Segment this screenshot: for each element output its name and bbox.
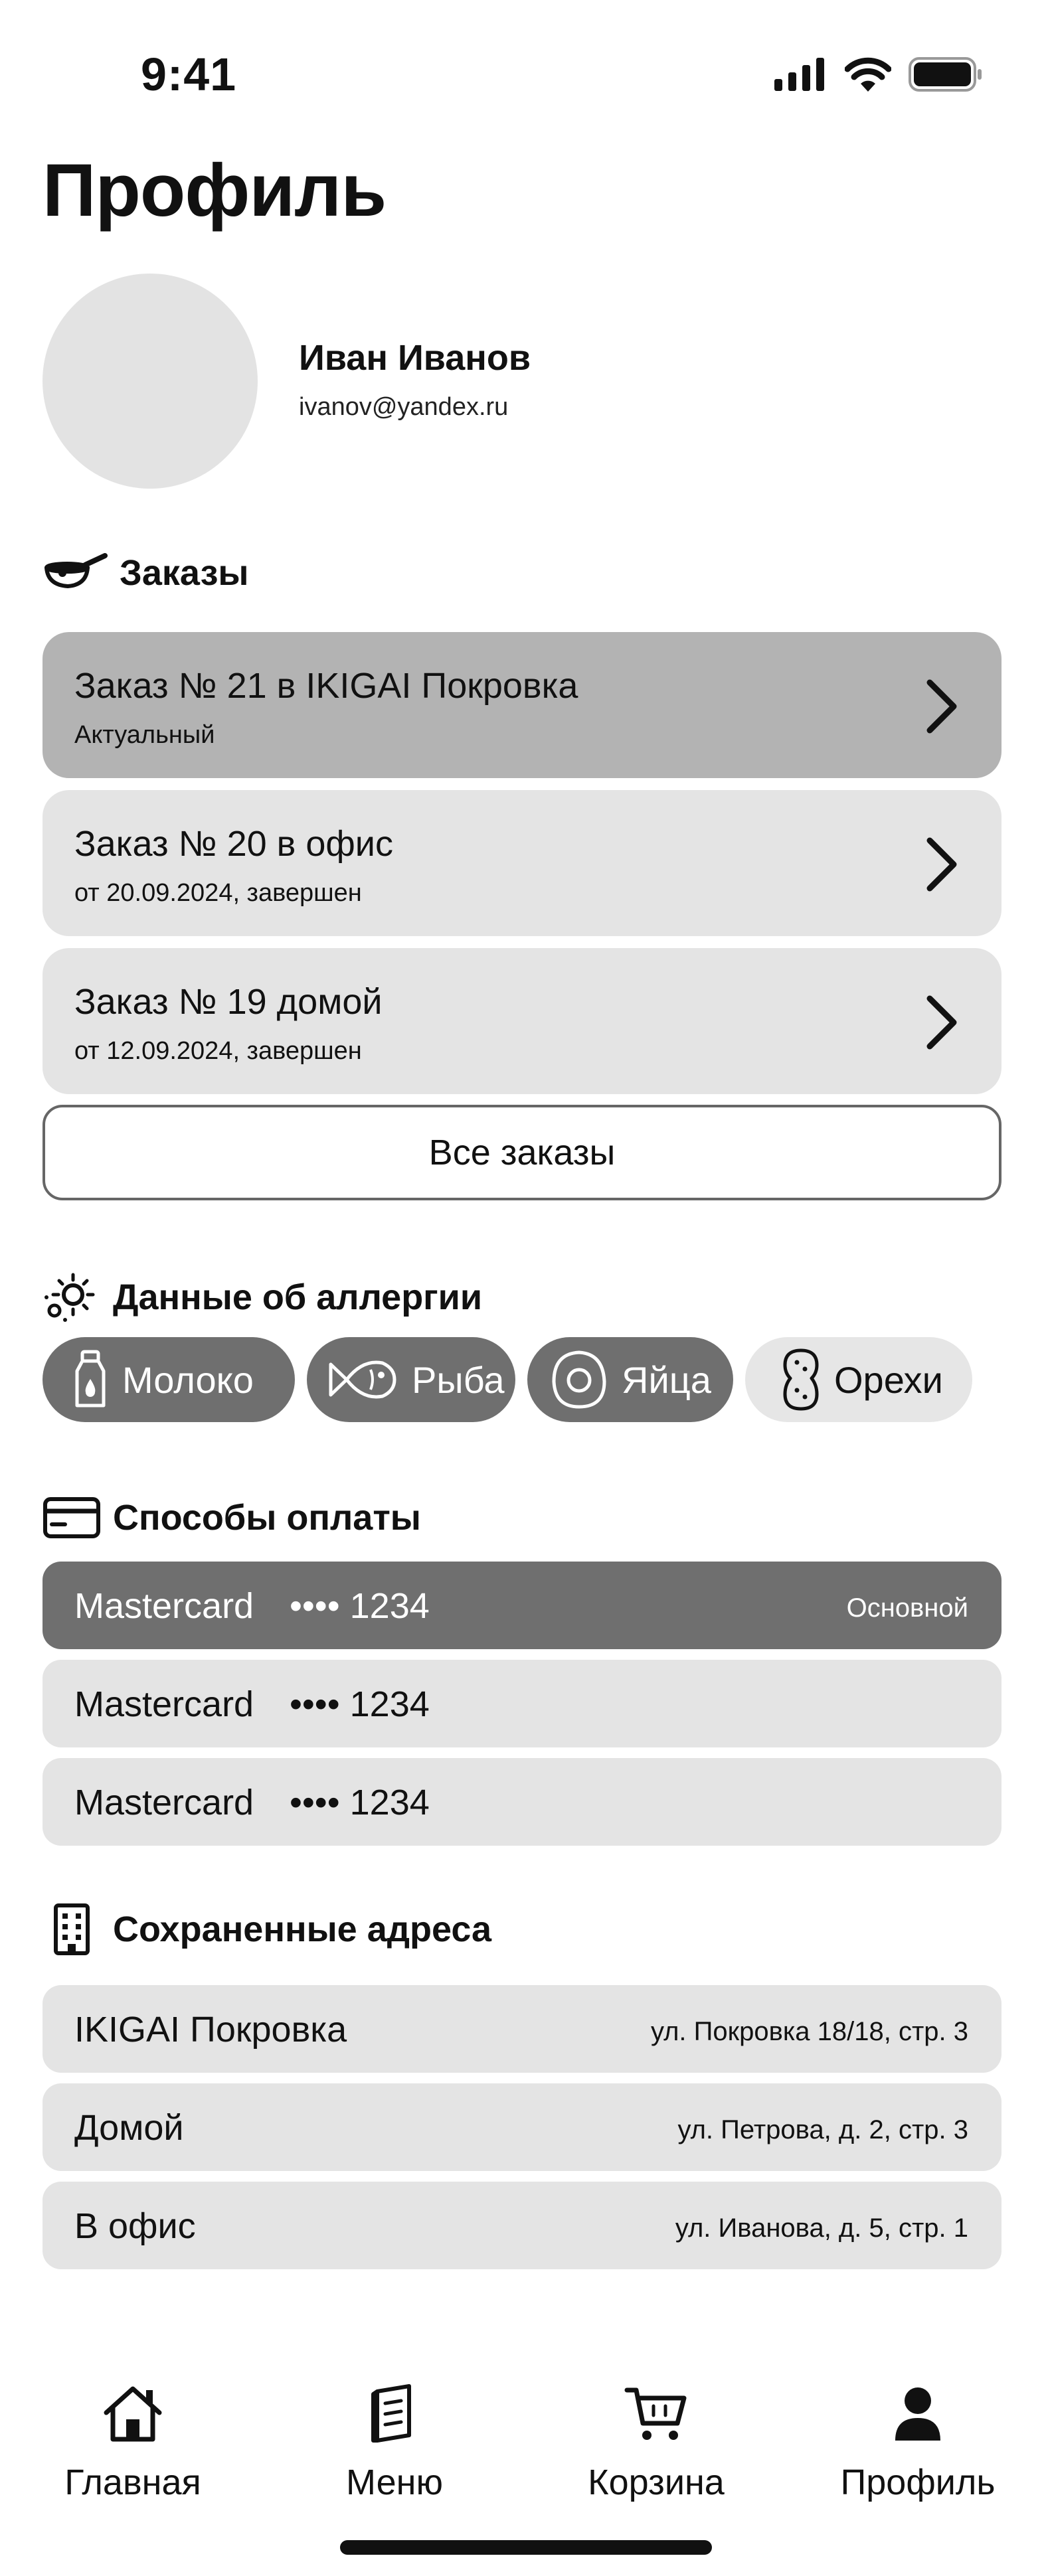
- tab-menu[interactable]: Меню: [295, 2383, 494, 2503]
- avatar[interactable]: [43, 274, 258, 489]
- payment-method-1[interactable]: Mastercard •••• 1234 Основной: [43, 1562, 1001, 1649]
- payment-card-number: •••• 1234: [290, 1586, 430, 1626]
- allergy-chip-label: Молоко: [122, 1358, 254, 1401]
- addresses-section-title: Сохраненные адреса: [113, 1909, 492, 1949]
- order-card-21[interactable]: Заказ № 21 в IKIGAI Покровка Актуальный: [43, 632, 1001, 778]
- profile-icon: [895, 2387, 940, 2441]
- address-name: IKIGAI Покровка: [74, 2010, 347, 2050]
- allergen-icon: [44, 1273, 95, 1322]
- status-icons: [774, 57, 983, 92]
- orders-section-title: Заказы: [120, 553, 249, 593]
- frying-pan-icon: [44, 553, 108, 588]
- allergy-chip-milk[interactable]: Молоко: [43, 1337, 295, 1422]
- orders-section-header: Заказы: [43, 552, 249, 594]
- egg-icon: [552, 1350, 606, 1409]
- payment-method-3[interactable]: Mastercard •••• 1234: [43, 1758, 1001, 1846]
- address-detail: ул. Покровка 18/18, стр. 3: [650, 2017, 968, 2046]
- primary-badge: Основной: [846, 1593, 968, 1623]
- tab-profile[interactable]: Профиль: [818, 2383, 1017, 2503]
- tab-label: Меню: [346, 2462, 443, 2502]
- saved-address-2[interactable]: Домой ул. Петрова, д. 2, стр. 3: [43, 2083, 1001, 2171]
- order-title: Заказ № 20 в офис: [74, 824, 393, 864]
- address-detail: ул. Петрова, д. 2, стр. 3: [677, 2115, 968, 2144]
- allergy-chip-label: Рыба: [412, 1358, 505, 1401]
- fish-icon: [329, 1360, 396, 1399]
- battery-icon: [909, 57, 982, 92]
- chevron-right-icon: [926, 837, 957, 892]
- payment-card-number: •••• 1234: [290, 1684, 430, 1724]
- payment-brand: Mastercard: [74, 1586, 254, 1626]
- credit-card-icon: [43, 1497, 100, 1538]
- chevron-right-icon: [926, 995, 957, 1050]
- wifi-icon: [845, 57, 891, 92]
- payment-section-header: Способы оплаты: [43, 1496, 421, 1539]
- page-title: Профиль: [43, 149, 387, 232]
- peanut-icon: [783, 1348, 819, 1411]
- address-detail: ул. Иванова, д. 5, стр. 1: [675, 2214, 968, 2243]
- cart-icon: [624, 2387, 687, 2440]
- tab-home[interactable]: Главная: [33, 2383, 232, 2503]
- address-name: В офис: [74, 2206, 196, 2246]
- status-time: 9:41: [141, 48, 237, 100]
- addresses-section-header: Сохраненные адреса: [43, 1903, 491, 1956]
- allergy-chip-label: Яйца: [622, 1358, 711, 1401]
- order-title: Заказ № 21 в IKIGAI Покровка: [74, 666, 578, 706]
- milk-bottle-icon: [75, 1350, 106, 1408]
- order-card-20[interactable]: Заказ № 20 в офис от 20.09.2024, заверше…: [43, 790, 1001, 936]
- order-status: от 12.09.2024, завершен: [74, 1037, 362, 1065]
- payment-brand: Mastercard: [74, 1783, 254, 1822]
- payment-brand: Mastercard: [74, 1684, 254, 1724]
- address-name: Домой: [74, 2108, 184, 2148]
- home-icon: [104, 2386, 162, 2442]
- tab-cart[interactable]: Корзина: [557, 2383, 756, 2503]
- allergy-section-title: Данные об аллергии: [113, 1277, 483, 1317]
- tab-label: Профиль: [840, 2462, 996, 2502]
- order-card-19[interactable]: Заказ № 19 домой от 12.09.2024, завершен: [43, 948, 1001, 1094]
- payment-method-2[interactable]: Mastercard •••• 1234: [43, 1660, 1001, 1747]
- profile-header: Иван Иванов ivanov@yandex.ru: [43, 274, 1001, 489]
- status-bar: 9:41: [0, 0, 1044, 153]
- allergy-chip-label: Орехи: [834, 1358, 943, 1401]
- payment-section-title: Способы оплаты: [113, 1498, 421, 1538]
- home-indicator: [340, 2540, 712, 2555]
- chevron-right-icon: [926, 679, 957, 734]
- order-status: Актуальный: [74, 721, 215, 749]
- order-title: Заказ № 19 домой: [74, 982, 383, 1022]
- allergy-chip-nuts[interactable]: Орехи: [745, 1337, 972, 1422]
- user-email: ivanov@yandex.ru: [299, 393, 509, 421]
- building-icon: [54, 1903, 90, 1955]
- user-name: Иван Иванов: [299, 338, 531, 378]
- signal-icon: [774, 58, 824, 91]
- tab-label: Главная: [64, 2462, 201, 2502]
- all-orders-button[interactable]: Все заказы: [43, 1105, 1001, 1200]
- payment-card-number: •••• 1234: [290, 1783, 430, 1822]
- order-status: от 20.09.2024, завершен: [74, 879, 362, 907]
- allergy-chip-fish[interactable]: Рыба: [307, 1337, 515, 1422]
- saved-address-3[interactable]: В офис ул. Иванова, д. 5, стр. 1: [43, 2182, 1001, 2269]
- allergy-section-header: Данные об аллергии: [43, 1271, 482, 1324]
- saved-address-1[interactable]: IKIGAI Покровка ул. Покровка 18/18, стр.…: [43, 1985, 1001, 2073]
- tab-label: Корзина: [588, 2462, 725, 2502]
- allergy-chip-eggs[interactable]: Яйца: [527, 1337, 733, 1422]
- menu-book-icon: [371, 2384, 411, 2443]
